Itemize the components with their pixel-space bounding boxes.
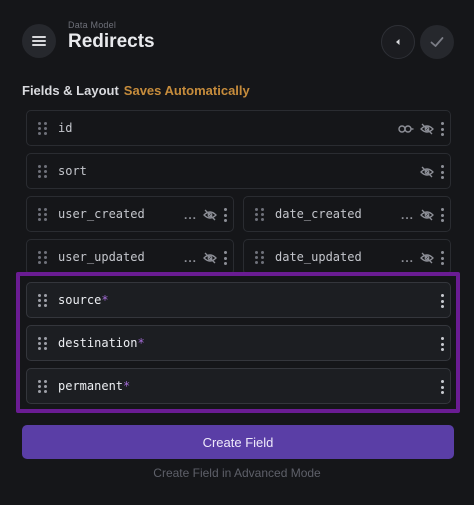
more-vertical-icon[interactable] bbox=[223, 251, 227, 265]
chevron-left-icon bbox=[396, 39, 400, 45]
drag-handle-icon[interactable] bbox=[38, 380, 48, 393]
field-name: user_created bbox=[58, 207, 145, 221]
field-name: id bbox=[58, 121, 73, 135]
field-row-user-created[interactable]: user_created ... bbox=[26, 196, 234, 232]
drag-handle-icon[interactable] bbox=[38, 294, 48, 307]
required-marker: * bbox=[101, 293, 109, 307]
create-field-button[interactable]: Create Field bbox=[22, 425, 454, 459]
field-name: destination* bbox=[58, 336, 145, 350]
field-row-source[interactable]: source* bbox=[26, 282, 451, 318]
more-vertical-icon[interactable] bbox=[440, 251, 444, 265]
truncation-ellipsis: ... bbox=[183, 251, 197, 265]
truncation-ellipsis: ... bbox=[400, 208, 414, 222]
field-row-destination[interactable]: destination* bbox=[26, 325, 451, 361]
field-name: date_updated bbox=[275, 250, 362, 264]
key-icon bbox=[398, 125, 414, 133]
field-name: date_created bbox=[275, 207, 362, 221]
drag-handle-icon[interactable] bbox=[38, 122, 48, 135]
menu-button[interactable] bbox=[22, 24, 56, 58]
field-name: sort bbox=[58, 164, 87, 178]
save-button[interactable] bbox=[420, 25, 454, 59]
drag-handle-icon[interactable] bbox=[38, 208, 48, 221]
field-name: source* bbox=[58, 293, 109, 307]
more-vertical-icon[interactable] bbox=[440, 165, 444, 179]
drag-handle-icon[interactable] bbox=[255, 208, 265, 221]
eye-off-icon[interactable] bbox=[420, 209, 434, 221]
field-row-date-created[interactable]: date_created ... bbox=[243, 196, 451, 232]
truncation-ellipsis: ... bbox=[183, 208, 197, 222]
more-vertical-icon[interactable] bbox=[440, 208, 444, 222]
section-title: Fields & Layout bbox=[22, 83, 119, 98]
eye-off-icon[interactable] bbox=[203, 252, 217, 264]
field-name: permanent* bbox=[58, 379, 131, 393]
more-vertical-icon[interactable] bbox=[440, 294, 444, 308]
required-marker: * bbox=[123, 379, 131, 393]
drag-handle-icon[interactable] bbox=[38, 251, 48, 264]
hamburger-icon bbox=[32, 36, 46, 46]
field-name: user_updated bbox=[58, 250, 145, 264]
field-row-permanent[interactable]: permanent* bbox=[26, 368, 451, 404]
eye-off-icon[interactable] bbox=[420, 252, 434, 264]
eye-off-icon[interactable] bbox=[420, 123, 434, 135]
field-row-date-updated[interactable]: date_updated ... bbox=[243, 239, 451, 275]
back-button[interactable] bbox=[381, 25, 415, 59]
drag-handle-icon[interactable] bbox=[38, 337, 48, 350]
drag-handle-icon[interactable] bbox=[255, 251, 265, 264]
field-row-id[interactable]: id bbox=[26, 110, 451, 146]
drag-handle-icon[interactable] bbox=[38, 165, 48, 178]
eye-off-icon[interactable] bbox=[203, 209, 217, 221]
check-icon bbox=[430, 37, 444, 47]
field-row-user-updated[interactable]: user_updated ... bbox=[26, 239, 234, 275]
required-marker: * bbox=[137, 336, 145, 350]
more-vertical-icon[interactable] bbox=[440, 380, 444, 394]
eye-off-icon[interactable] bbox=[420, 166, 434, 178]
autosave-status: Saves Automatically bbox=[123, 83, 250, 98]
truncation-ellipsis: ... bbox=[400, 251, 414, 265]
more-vertical-icon[interactable] bbox=[223, 208, 227, 222]
fields-layout-heading: Fields & Layout Saves Automatically bbox=[22, 83, 250, 98]
more-vertical-icon[interactable] bbox=[440, 122, 444, 136]
advanced-mode-link[interactable]: Create Field in Advanced Mode bbox=[0, 466, 474, 480]
more-vertical-icon[interactable] bbox=[440, 337, 444, 351]
page-title: Redirects bbox=[68, 31, 155, 52]
breadcrumb[interactable]: Data Model bbox=[68, 20, 116, 30]
field-row-sort[interactable]: sort bbox=[26, 153, 451, 189]
header: Data Model Redirects bbox=[0, 0, 474, 80]
